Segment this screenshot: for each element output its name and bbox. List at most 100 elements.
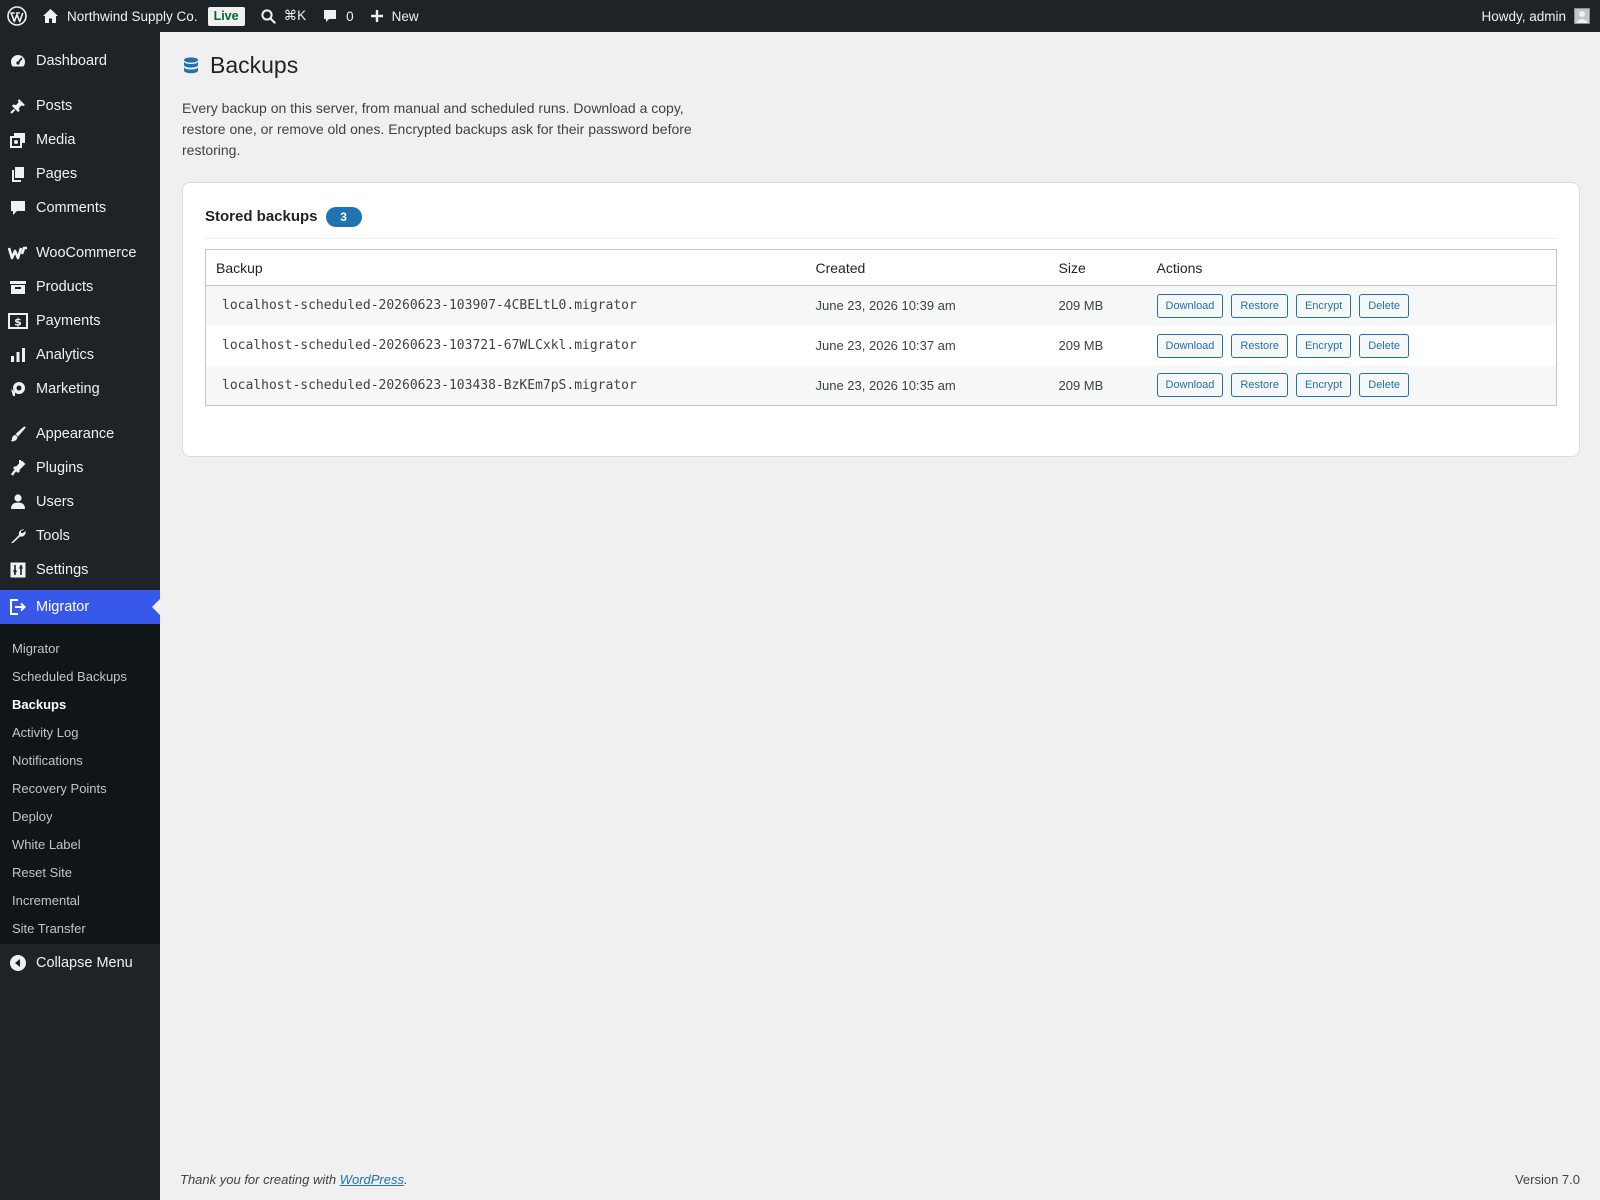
backup-filename: localhost-scheduled-20260623-103438-BzKE… (205, 365, 806, 406)
download-button[interactable]: Download (1156, 373, 1224, 398)
column-header-size: Size (1048, 249, 1147, 286)
brush-icon (10, 426, 26, 442)
encrypt-button[interactable]: Encrypt (1295, 373, 1352, 398)
delete-button[interactable]: Delete (1359, 333, 1410, 358)
restore-button[interactable]: Restore (1231, 333, 1288, 358)
submenu-item-migrator[interactable]: Migrator (12, 639, 60, 659)
restore-button[interactable]: Restore (1231, 293, 1288, 318)
sidebar-item-label: Pages (36, 166, 78, 182)
dollar-icon: $ (8, 313, 28, 329)
card-header: Stored backups 3 (205, 203, 1557, 239)
wordpress-link[interactable]: WordPress (340, 1172, 404, 1187)
sidebar-item-marketing[interactable]: Marketing (0, 372, 160, 406)
footer-thanks-suffix: . (404, 1172, 408, 1187)
my-account-menu[interactable]: Howdy, admin (1481, 0, 1590, 32)
backup-filename: localhost-scheduled-20260623-103907-4CBE… (205, 285, 806, 326)
woocommerce-icon (8, 246, 27, 260)
sidebar-item-payments[interactable]: $ Payments (0, 304, 160, 338)
sidebar-item-label: Migrator (36, 599, 90, 615)
sidebar-item-settings[interactable]: Settings (0, 553, 160, 587)
sidebar-item-pages[interactable]: Pages (0, 157, 160, 191)
wordpress-logo-icon[interactable] (0, 0, 34, 32)
sidebar-item-label: Comments (36, 200, 107, 216)
backup-actions: Download Restore Encrypt Delete (1146, 325, 1557, 366)
user-icon (11, 494, 25, 509)
submenu-item-site-transfer[interactable]: Site Transfer (12, 919, 86, 939)
submenu-item-incremental[interactable]: Incremental (12, 891, 80, 911)
migrate-icon (10, 599, 26, 615)
submenu-item-notifications[interactable]: Notifications (12, 751, 83, 771)
sidebar-item-comments[interactable]: Comments (0, 191, 160, 225)
submenu-item-deploy[interactable]: Deploy (12, 807, 52, 827)
comment-icon (11, 201, 25, 215)
submenu-item-reset-site[interactable]: Reset Site (12, 863, 72, 883)
admin-sidebar: Dashboard Posts Media Pages Comments Woo… (0, 32, 160, 1200)
column-header-backup: Backup (205, 249, 806, 286)
sidebar-item-posts[interactable]: Posts (0, 89, 160, 123)
database-icon (184, 56, 198, 73)
sidebar-item-label: Settings (36, 562, 89, 578)
table-row: localhost-scheduled-20260623-103721-67WL… (205, 325, 1557, 366)
page-description: Every backup on this server, from manual… (182, 100, 692, 158)
submenu-item-scheduled-backups[interactable]: Scheduled Backups (12, 667, 127, 687)
comments-link[interactable]: 0 (314, 0, 362, 32)
download-button[interactable]: Download (1156, 293, 1224, 318)
collapse-menu-button[interactable]: Collapse Menu (0, 946, 160, 980)
encrypt-button[interactable]: Encrypt (1295, 333, 1352, 358)
backup-size: 209 MB (1048, 285, 1147, 326)
home-icon (43, 9, 58, 23)
table-header-row: Backup Created Size Actions (205, 249, 1557, 286)
backup-created: June 23, 2026 10:39 am (805, 285, 1049, 326)
command-search-button[interactable]: ⌘K (253, 0, 315, 32)
comment-icon (324, 10, 337, 22)
delete-button[interactable]: Delete (1359, 373, 1410, 398)
encrypt-button[interactable]: Encrypt (1295, 293, 1352, 318)
site-name-link[interactable]: Northwind Supply Co. Live (34, 0, 253, 32)
sidebar-item-appearance[interactable]: Appearance (0, 417, 160, 451)
media-icon (10, 133, 25, 148)
submenu-item-recovery-points[interactable]: Recovery Points (12, 779, 107, 799)
sidebar-item-label: Dashboard (36, 53, 107, 69)
submenu-item-activity-log[interactable]: Activity Log (12, 723, 78, 743)
sidebar-item-migrator[interactable]: Migrator (0, 590, 160, 624)
sidebar-item-label: Tools (36, 528, 70, 544)
comments-count: 0 (346, 8, 354, 24)
submenu-item-white-label[interactable]: White Label (12, 835, 81, 855)
search-icon (260, 8, 276, 24)
footer-version: Version 7.0 (1514, 1172, 1580, 1187)
sidebar-item-tools[interactable]: Tools (0, 519, 160, 553)
search-shortcut: ⌘K (283, 8, 307, 23)
sidebar-item-label: Products (36, 279, 94, 295)
sidebar-item-label: Users (36, 494, 74, 510)
backups-table: Backup Created Size Actions localhost-sc… (205, 249, 1557, 406)
footer-thanks: Thank you for creating with WordPress. (180, 1172, 408, 1187)
collapse-menu-label: Collapse Menu (36, 955, 133, 971)
restore-button[interactable]: Restore (1231, 373, 1288, 398)
backup-size: 209 MB (1048, 325, 1147, 366)
page-title: Backups (210, 52, 299, 78)
pin-icon (10, 99, 25, 114)
sidebar-item-media[interactable]: Media (0, 123, 160, 157)
footer-thanks-text: Thank you for creating with (180, 1172, 340, 1187)
delete-button[interactable]: Delete (1359, 293, 1410, 318)
sidebar-item-plugins[interactable]: Plugins (0, 451, 160, 485)
table-row: localhost-scheduled-20260623-103907-4CBE… (205, 285, 1557, 326)
backup-size: 209 MB (1048, 365, 1147, 406)
live-badge: Live (207, 6, 245, 26)
download-button[interactable]: Download (1156, 333, 1224, 358)
backup-created: June 23, 2026 10:37 am (805, 325, 1049, 366)
sidebar-item-label: Analytics (36, 347, 95, 363)
sidebar-item-dashboard[interactable]: Dashboard (0, 44, 160, 78)
column-header-actions: Actions (1146, 249, 1557, 286)
sidebar-item-products[interactable]: Products (0, 270, 160, 304)
new-content-button[interactable]: New (362, 0, 427, 32)
sidebar-item-label: Appearance (36, 426, 115, 442)
submenu-item-backups[interactable]: Backups (12, 695, 66, 715)
sidebar-item-label: Posts (36, 98, 73, 114)
sidebar-item-users[interactable]: Users (0, 485, 160, 519)
site-name: Northwind Supply Co. (67, 8, 198, 24)
sidebar-item-analytics[interactable]: Analytics (0, 338, 160, 372)
sidebar-item-woocommerce[interactable]: WooCommerce (0, 236, 160, 270)
page-header: Backups (182, 52, 298, 79)
dashboard-icon (10, 55, 26, 67)
